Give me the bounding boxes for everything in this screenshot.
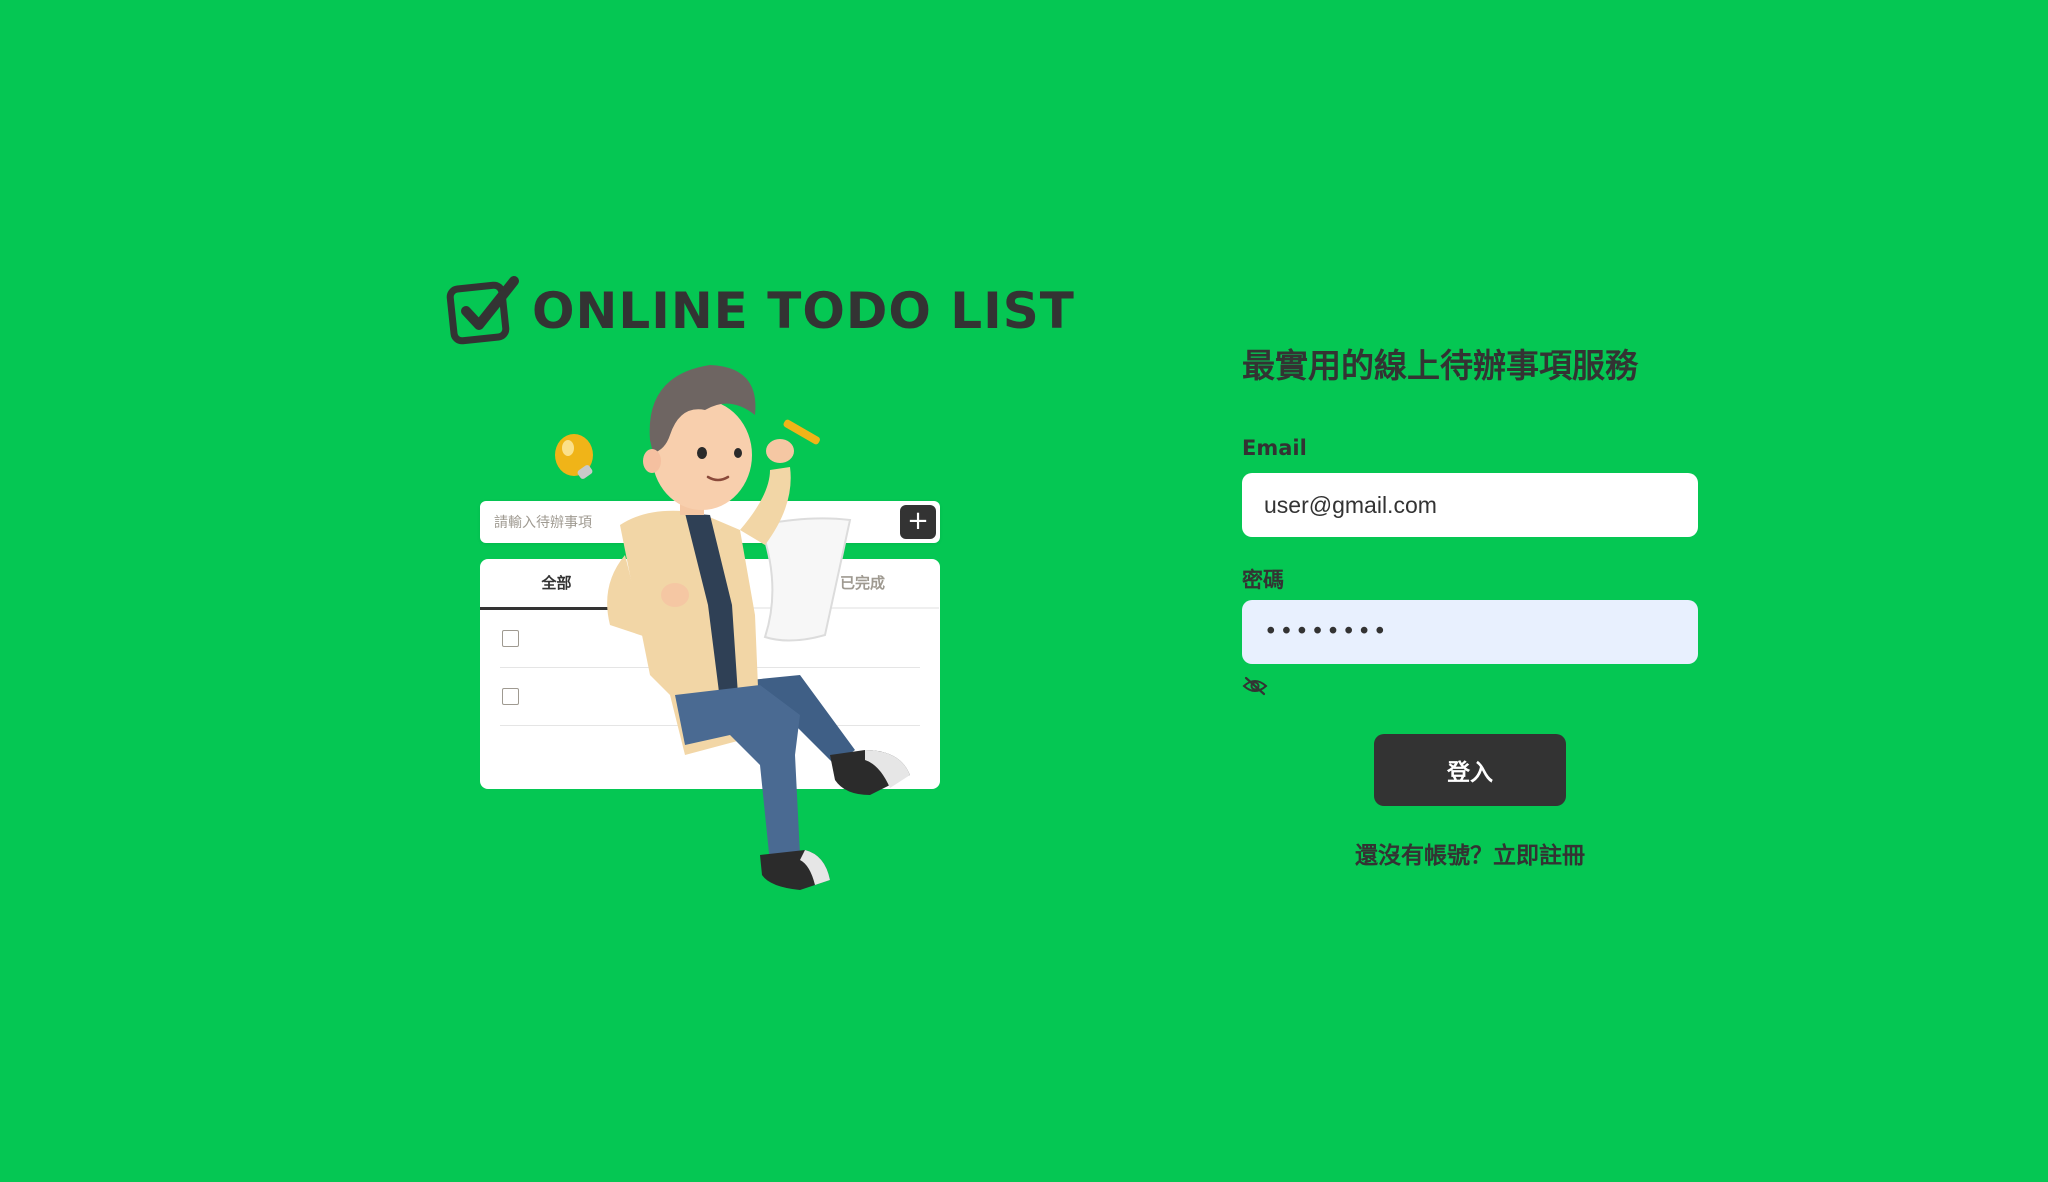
person-character-illustration: [555, 365, 910, 890]
email-label: Email: [1242, 436, 1307, 460]
login-page: ONLINE TODO LIST 請輸入待辦事項 + 全部 待完成 已完成: [0, 0, 2048, 1182]
hero-illustration: 請輸入待辦事項 + 全部 待完成 已完成: [470, 355, 1030, 935]
login-button[interactable]: 登入: [1374, 734, 1566, 806]
password-label: 密碼: [1242, 568, 1284, 592]
password-field[interactable]: [1242, 600, 1698, 664]
page-title: 最實用的線上待辦事項服務: [1242, 346, 1638, 385]
lightbulb-icon: [555, 434, 593, 479]
eye-slash-icon[interactable]: [1242, 676, 1268, 696]
checkbox-check-icon: [446, 276, 519, 345]
email-field[interactable]: [1242, 473, 1698, 537]
signup-link[interactable]: 還沒有帳號？立即註冊: [1242, 836, 1698, 870]
login-form: 最實用的線上待辦事項服務 Email 密碼 登入 還沒有帳號？立即註冊: [1242, 336, 1698, 869]
brand-logo: ONLINE TODO LIST: [446, 274, 1075, 348]
logo-text: ONLINE TODO LIST: [532, 282, 1075, 340]
